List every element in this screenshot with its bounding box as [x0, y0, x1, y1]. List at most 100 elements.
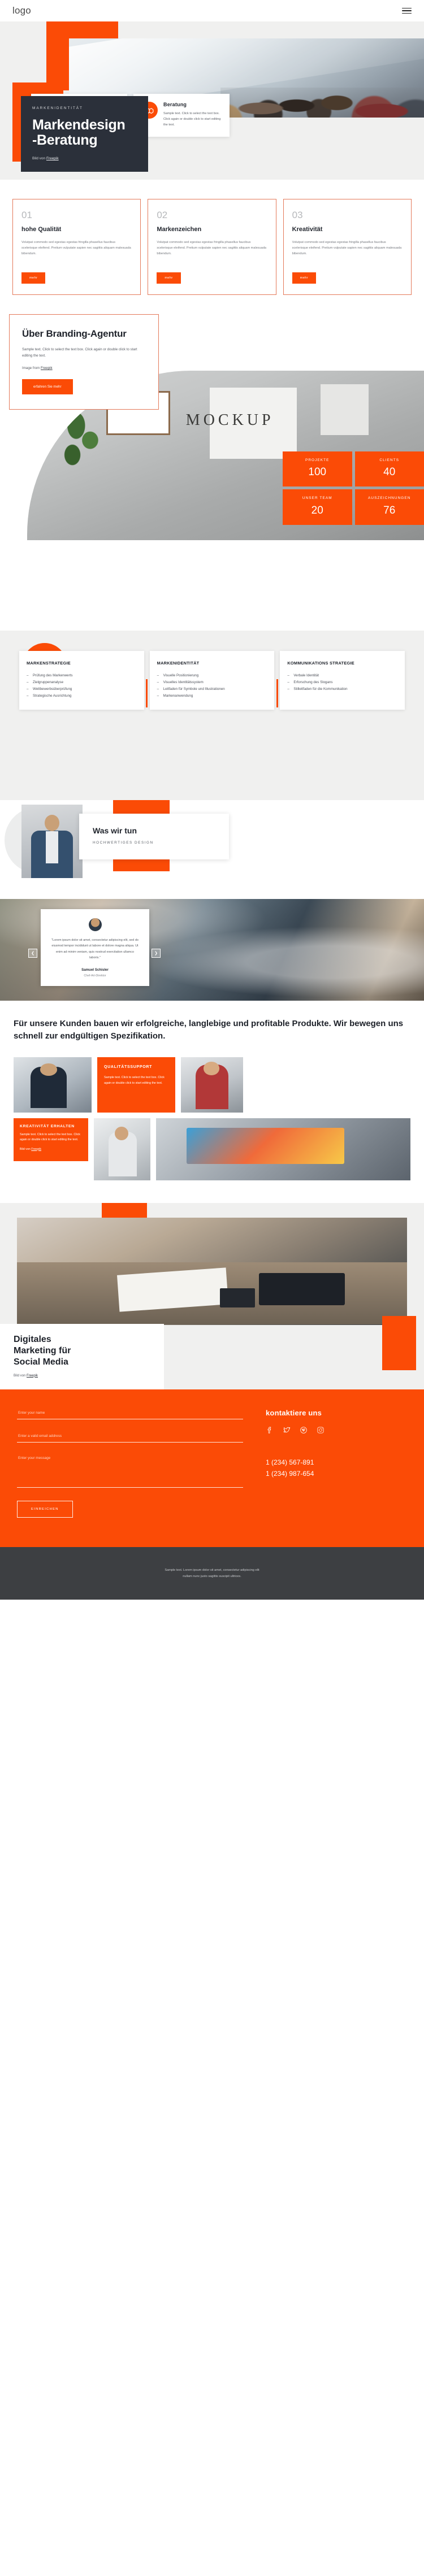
about-title: Über Branding-Agentur — [22, 328, 127, 339]
what-we-do-photo — [21, 805, 83, 878]
gallery-photo-woman — [181, 1057, 243, 1113]
phone-number-1[interactable]: 1 (234) 567-891 — [266, 1457, 407, 1468]
number-card-text: Volutpat commodo sed egestas egestas fri… — [292, 241, 402, 256]
avatar — [88, 918, 102, 931]
gallery-credit-link[interactable]: Freepik — [31, 1148, 41, 1151]
service-card: MARKENIDENTITÄT Visuelle Positionierung … — [149, 651, 278, 710]
service-title: KOMMUNIKATIONS STRATEGIE — [287, 661, 354, 666]
gallery-photo-screens — [156, 1118, 410, 1180]
service-list: Prüfung des Markenwerts Zielgruppenanaly… — [27, 672, 137, 700]
number-card-button[interactable]: mehr — [157, 272, 181, 284]
about-credit: Image from Freepik — [22, 366, 146, 370]
hero-title-line2: -Beratung — [32, 132, 98, 148]
service-title: MARKENSTRATEGIE — [27, 661, 71, 666]
marketing-photo-paper — [117, 1267, 229, 1311]
name-field[interactable] — [17, 1407, 243, 1419]
stat-value: 76 — [383, 504, 396, 516]
gallery-support-box: QUALITÄTSSUPPORT Sample text. Click to s… — [97, 1057, 175, 1113]
about-photo-plant — [51, 401, 115, 483]
what-we-do-card: Was wir tun HOCHWERTIGES DESIGN — [79, 814, 229, 859]
marketing-credit-link[interactable]: Freepik — [27, 1374, 38, 1378]
service-list-item: Erforschung des Slogans — [287, 679, 397, 686]
vimeo-icon[interactable] — [300, 1426, 308, 1434]
gallery-photo-person — [94, 1118, 150, 1180]
number-card: 03 Kreativität Volutpat commodo sed eges… — [283, 199, 412, 295]
stat-label: PROJEKTE — [305, 458, 330, 462]
services-row: MARKENSTRATEGIE Prüfung des Markenwerts … — [0, 651, 424, 710]
submit-button[interactable]: EINREICHEN — [17, 1500, 73, 1518]
service-list-item: Stilleitfaden für die Kommunikation — [287, 686, 397, 693]
message-field[interactable] — [17, 1452, 243, 1488]
stat-label: UNSER TEAM — [302, 496, 332, 501]
marketing-accent-block-right — [382, 1315, 416, 1370]
contact-phones: 1 (234) 567-891 1 (234) 987-654 — [266, 1457, 407, 1480]
footer-line-1: Sample text. Lorem ipsum dolor sit amet,… — [165, 1568, 259, 1572]
feature-card-text: Sample text. Click to select the text bo… — [163, 112, 221, 127]
what-we-do-title: Was wir tun — [93, 826, 137, 835]
gallery-creativity-text: Sample text. Click to select the text bo… — [20, 1132, 80, 1142]
stat-value: 100 — [308, 466, 327, 479]
gallery-row: KREATIVITÄT ERHALTEN Sample text. Click … — [14, 1118, 410, 1180]
about-credit-link[interactable]: Freepik — [41, 366, 53, 370]
facebook-icon[interactable] — [266, 1426, 274, 1434]
service-list: Verbale Identität Erforschung des Slogan… — [287, 672, 397, 693]
stat-label: AUSZEICHNUNGEN — [368, 496, 411, 501]
marketing-text: Digitales Marketing für Social Media Bil… — [14, 1334, 155, 1378]
feature-card-body: Beratung Sample text. Click to select th… — [163, 102, 222, 128]
service-list-item: Prüfung des Markenwerts — [27, 672, 137, 679]
phone-number-2[interactable]: 1 (234) 987-654 — [266, 1468, 407, 1479]
stat-value: 40 — [383, 466, 396, 479]
number-card: 02 Markenzeichen Volutpat commodo sed eg… — [148, 199, 276, 295]
marketing-photo-phone — [219, 1288, 255, 1308]
about-learn-more-button[interactable]: erfahren Sie mehr — [22, 379, 73, 395]
service-divider-accent — [276, 679, 278, 708]
service-divider-accent — [146, 679, 148, 708]
about-card: Über Branding-Agentur Sample text. Click… — [9, 314, 159, 410]
gallery-photo-businessman — [14, 1057, 92, 1113]
testimonial-quote: "Lorem ipsum dolor sit amet, consectetur… — [51, 939, 139, 960]
stat-label: CLIENTS — [379, 458, 400, 462]
site-logo[interactable]: logo — [12, 5, 31, 16]
stat-item: CLIENTS 40 — [354, 451, 424, 487]
number-card-button[interactable]: mehr — [292, 272, 317, 284]
marketing-title-line2: Marketing für — [14, 1345, 71, 1356]
hero-title: Markendesign -Beratung — [32, 118, 137, 147]
hamburger-icon[interactable] — [402, 7, 412, 14]
stat-value: 20 — [311, 504, 323, 516]
photo-person-shirt — [46, 831, 58, 863]
service-list-item: Visuelles Identitätssystem — [157, 679, 267, 686]
contact-heading: kontaktiere uns — [266, 1408, 322, 1417]
twitter-icon[interactable] — [283, 1426, 291, 1434]
chevron-left-icon[interactable]: ❮ — [28, 949, 37, 958]
gallery-creativity-box: KREATIVITÄT ERHALTEN Sample text. Click … — [14, 1118, 88, 1161]
marketing-title-line1: Digitales — [14, 1334, 51, 1344]
statement-section: Für unsere Kunden bauen wir erfolgreiche… — [0, 1001, 424, 1052]
social-links — [266, 1426, 407, 1434]
stats-grid: PROJEKTE 100 CLIENTS 40 UNSER TEAM 20 AU… — [283, 451, 424, 525]
hero-credit-prefix: Bild von — [32, 157, 46, 160]
statement-heading: Für unsere Kunden bauen wir erfolgreiche… — [14, 1019, 404, 1041]
gallery-row: QUALITÄTSSUPPORT Sample text. Click to s… — [14, 1057, 410, 1113]
about-credit-prefix: Image from — [22, 366, 41, 371]
hero-credit-link[interactable]: Freepik — [46, 157, 59, 160]
service-list-item: Zielgruppenanalyse — [27, 679, 137, 686]
services-section: MARKENSTRATEGIE Prüfung des Markenwerts … — [0, 631, 424, 800]
testimonial-author-name: Samuel Schisler — [81, 967, 109, 972]
marketing-title: Digitales Marketing für Social Media — [14, 1334, 155, 1368]
hero-text-card: MARKENIDENTITÄT Markendesign -Beratung B… — [21, 96, 148, 172]
service-list-item: Wettbewerbsüberprüfung — [27, 686, 137, 693]
what-we-do-subtitle: HOCHWERTIGES DESIGN — [93, 841, 154, 845]
service-list-item: Verbale Identität — [287, 672, 397, 679]
gallery-creativity-title: KREATIVITÄT ERHALTEN — [20, 1124, 75, 1128]
contact-info: kontaktiere uns 1 (234) 567-891 1 (234) … — [266, 1406, 407, 1518]
service-list-item: Strategische Ausrichtung — [27, 693, 137, 700]
instagram-icon[interactable] — [317, 1426, 325, 1434]
number-card-text: Volutpat commodo sed egestas egestas fri… — [21, 241, 131, 256]
service-list-item: Leitfaden für Symbole und Illustrationen — [157, 686, 267, 693]
email-field[interactable] — [17, 1430, 243, 1443]
number-card-button[interactable]: mehr — [21, 272, 46, 284]
stat-item: PROJEKTE 100 — [283, 451, 352, 487]
chevron-right-icon[interactable]: ❯ — [152, 949, 161, 958]
number-card-index: 02 — [157, 210, 168, 220]
number-card-index: 03 — [292, 210, 303, 220]
